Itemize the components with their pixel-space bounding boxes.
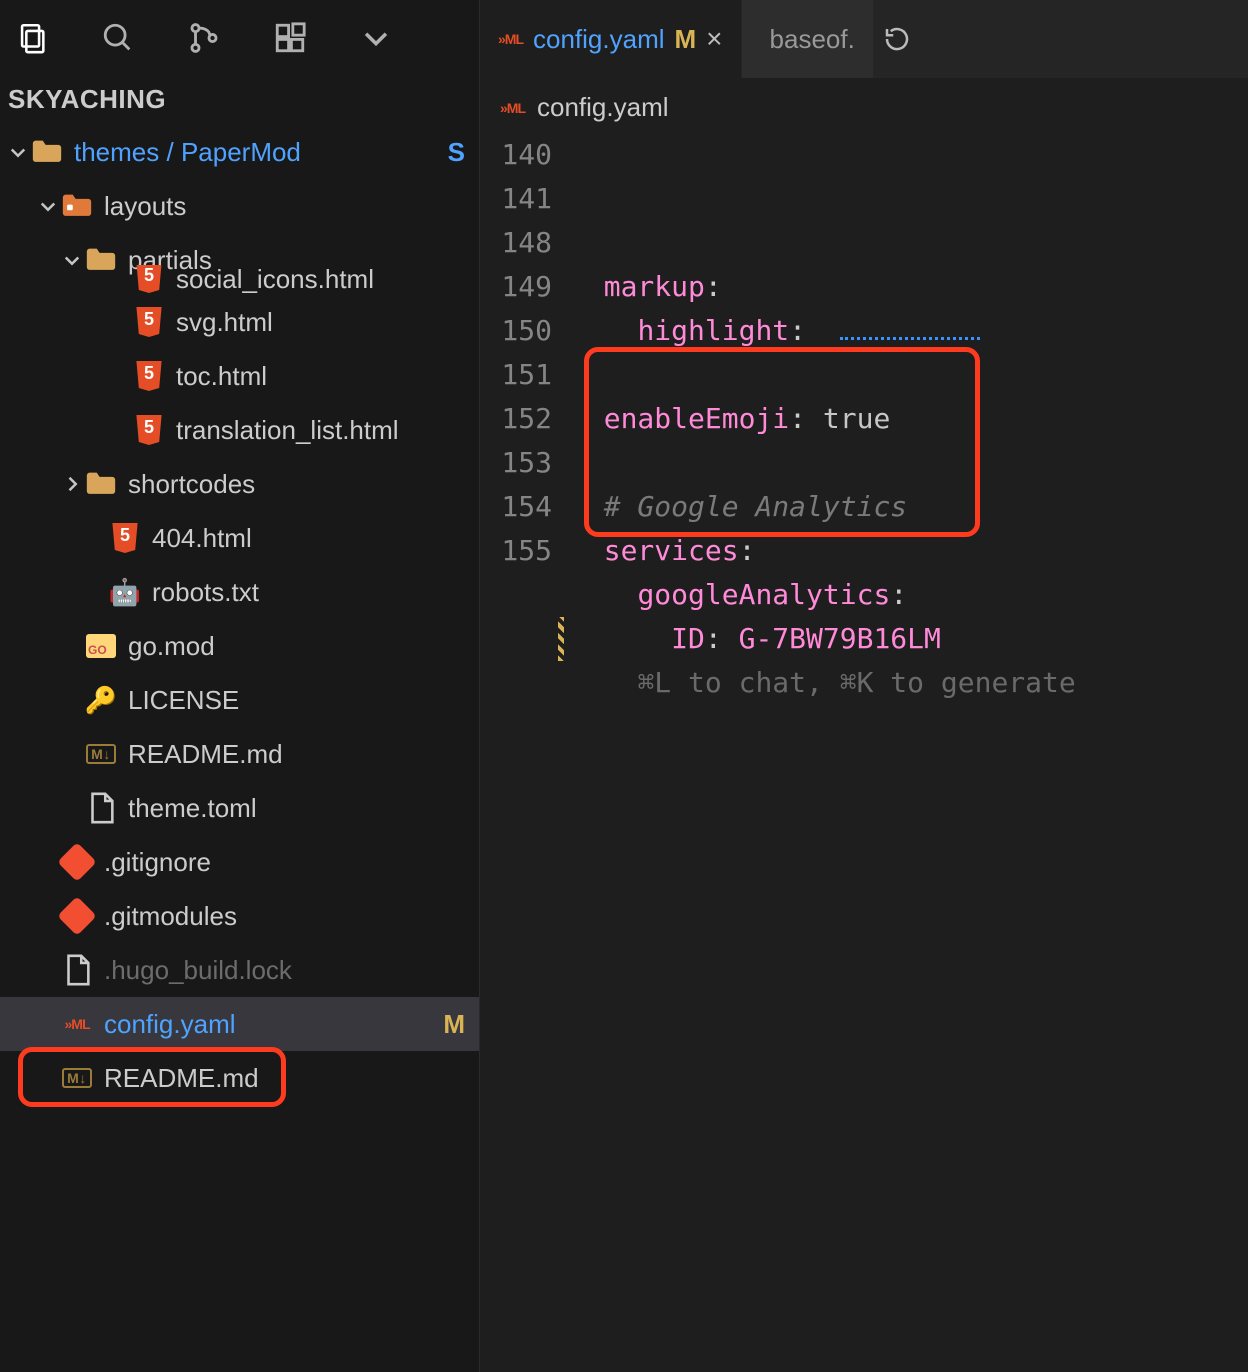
md-icon: M↓ — [60, 1061, 94, 1095]
tree-item[interactable]: translation_list.html — [0, 403, 479, 457]
tab-label: config.yaml — [533, 24, 665, 55]
tree-item[interactable]: M↓ README.md — [0, 727, 479, 781]
tree-item[interactable]: theme.toml — [0, 781, 479, 835]
tree-label: themes / PaperMod — [74, 137, 448, 168]
html5-icon — [132, 265, 166, 295]
source-control-icon[interactable] — [180, 14, 228, 62]
search-icon[interactable] — [94, 14, 142, 62]
tree-item[interactable]: layouts — [0, 179, 479, 233]
robot-icon: 🤖 — [108, 575, 142, 609]
extensions-icon[interactable] — [266, 14, 314, 62]
breadcrumb-label: config.yaml — [537, 92, 669, 123]
code-editor[interactable]: 140141148149150151152153154155 markup: h… — [480, 133, 1248, 705]
explorer-icon[interactable] — [8, 14, 56, 62]
tree-item[interactable]: .hugo_build.lock — [0, 943, 479, 997]
tree-item[interactable]: .gitignore — [0, 835, 479, 889]
tree-label: translation_list.html — [176, 415, 479, 446]
inline-hint: ⌘L to chat, ⌘K to generate — [637, 666, 1075, 699]
html5-icon — [132, 413, 166, 447]
tree-label: theme.toml — [128, 793, 479, 824]
tree-label: social_icons.html — [176, 265, 479, 295]
tree-item[interactable]: »ML config.yamlM — [0, 997, 479, 1051]
tab-label: baseof. — [770, 24, 855, 55]
yaml-icon: »ML — [498, 31, 523, 47]
tree-item[interactable]: svg.html — [0, 295, 479, 349]
tab-config-yaml[interactable]: »ML config.yaml M × — [480, 0, 742, 78]
tree-item[interactable]: .gitmodules — [0, 889, 479, 943]
tree-label: README.md — [128, 739, 479, 770]
tree-label: 404.html — [152, 523, 479, 554]
html5-icon — [132, 305, 166, 339]
tree-label: toc.html — [176, 361, 479, 392]
git-icon — [60, 899, 94, 933]
folder-orange-icon — [60, 189, 94, 223]
folder-icon — [84, 467, 118, 501]
explorer-title: SKYACHING — [0, 76, 479, 125]
explorer-sidebar: SKYACHING themes / PaperMod S layoutspar… — [0, 0, 480, 1372]
activity-bar — [0, 0, 479, 76]
tree-item[interactable]: social_icons.html — [0, 265, 479, 295]
editor-pane: »ML config.yaml M × baseof. »ML config.y… — [480, 0, 1248, 1372]
tree-label: LICENSE — [128, 685, 479, 716]
chevron-right-icon — [60, 474, 84, 494]
tree-label: layouts — [104, 191, 479, 222]
go-icon: GO — [84, 629, 118, 663]
overflow-icon[interactable] — [352, 14, 400, 62]
html5-icon — [132, 359, 166, 393]
tree-label: config.yaml — [104, 1009, 443, 1040]
tree-item[interactable]: 404.html — [0, 511, 479, 565]
line-gutter: 140141148149150151152153154155 — [480, 133, 570, 705]
key-icon: 🔑 — [84, 683, 118, 717]
yaml-icon: »ML — [500, 100, 525, 116]
html5-icon — [108, 521, 142, 555]
vcs-status-badge: M — [443, 1009, 465, 1040]
tree-item[interactable]: 🔑 LICENSE — [0, 673, 479, 727]
tree-item[interactable]: M↓ README.md — [0, 1051, 479, 1105]
restore-icon[interactable] — [874, 0, 920, 78]
tree-label: go.mod — [128, 631, 479, 662]
tab-baseof[interactable]: baseof. — [742, 0, 874, 78]
tree-item[interactable]: 🤖 robots.txt — [0, 565, 479, 619]
tree-item[interactable]: shortcodes — [0, 457, 479, 511]
tree-label: .hugo_build.lock — [104, 955, 479, 986]
tree-label: robots.txt — [152, 577, 479, 608]
tab-modified-badge: M — [675, 24, 697, 55]
tree-label: README.md — [104, 1063, 479, 1094]
tree-label: .gitignore — [104, 847, 479, 878]
folder-icon — [30, 135, 64, 169]
tree-label: svg.html — [176, 307, 479, 338]
file-icon — [60, 953, 94, 987]
md-icon: M↓ — [84, 737, 118, 771]
tree-label: .gitmodules — [104, 901, 479, 932]
tree-label: shortcodes — [128, 469, 479, 500]
git-icon — [60, 845, 94, 879]
chevron-down-icon — [36, 196, 60, 216]
tree-item[interactable]: GO go.mod — [0, 619, 479, 673]
yaml-icon: »ML — [60, 1007, 94, 1041]
breadcrumb[interactable]: »ML config.yaml — [480, 78, 1248, 133]
tree-folder-root[interactable]: themes / PaperMod S — [0, 125, 479, 179]
tree-item[interactable]: toc.html — [0, 349, 479, 403]
file-icon — [84, 791, 118, 825]
tab-bar: »ML config.yaml M × baseof. — [480, 0, 1248, 78]
chevron-down-icon — [6, 142, 30, 162]
close-icon[interactable]: × — [706, 23, 722, 55]
file-tree: themes / PaperMod S layoutspartialssocia… — [0, 125, 479, 1372]
vcs-status-badge: S — [448, 137, 465, 168]
code-content[interactable]: markup: highlight: enableEmoji: true # G… — [570, 133, 1248, 705]
